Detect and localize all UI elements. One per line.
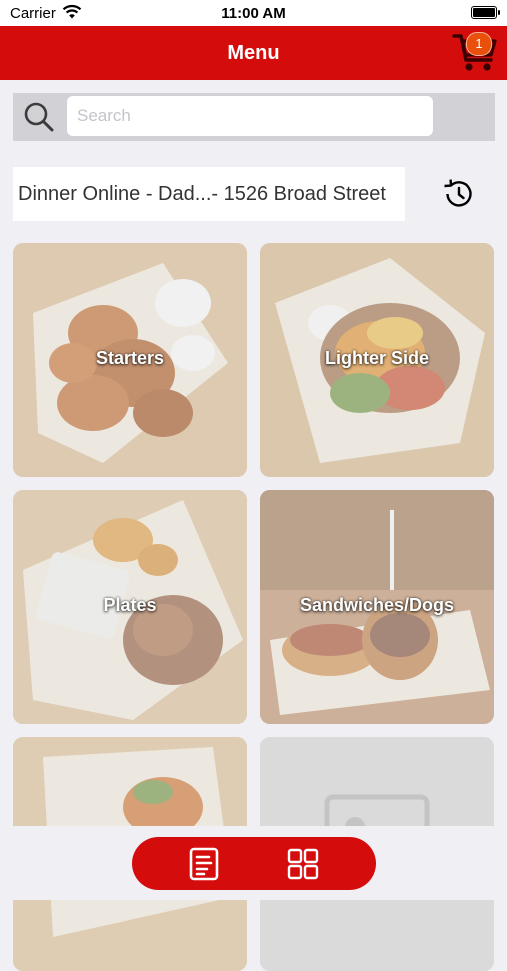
clock: 11:00 AM (221, 5, 286, 22)
grid-view-button[interactable] (287, 847, 319, 881)
view-toggle-bar (132, 837, 376, 890)
search-icon (23, 101, 57, 133)
order-history-button[interactable] (440, 177, 476, 211)
location-selector[interactable]: Dinner Online - Dad...- 1526 Broad Stree… (13, 167, 405, 221)
grid-view-icon (287, 848, 319, 880)
category-label: Sandwiches/Dogs (299, 595, 455, 615)
category-tile-sandwiches-dogs[interactable]: Sandwiches/Dogs (260, 490, 494, 724)
list-view-button[interactable] (188, 847, 220, 881)
history-icon (444, 179, 472, 207)
category-label: Lighter Side (324, 348, 429, 368)
status-bar: Carrier 11:00 AM (0, 0, 507, 26)
search-bar (13, 93, 495, 141)
category-label: Plates (103, 595, 157, 615)
category-tile-starters[interactable]: Starters (13, 243, 247, 477)
cart-count-badge: 1 (466, 32, 492, 56)
search-input[interactable] (67, 96, 433, 136)
category-tile-plates[interactable]: Plates (13, 490, 247, 724)
category-label: Starters (95, 348, 165, 368)
battery-icon (471, 6, 500, 19)
page-title: Menu (227, 42, 280, 64)
nav-bar: Menu (0, 26, 507, 80)
list-view-icon (189, 847, 219, 881)
category-tile-lighter-side[interactable]: Lighter Side (260, 243, 494, 477)
